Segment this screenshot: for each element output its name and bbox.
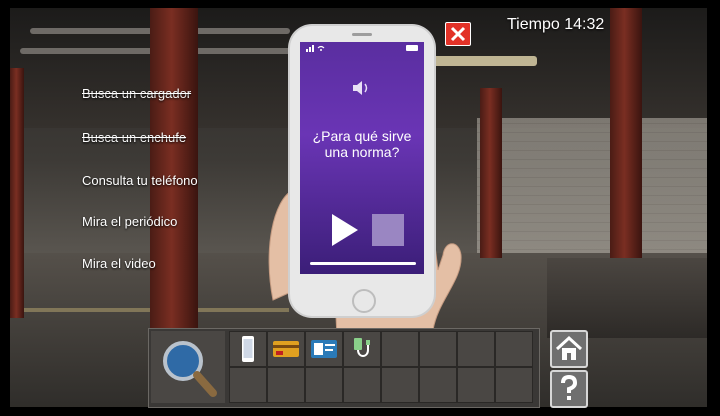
objective-item: Busca un enchufe <box>82 130 187 145</box>
magnifier-slot[interactable] <box>151 331 225 403</box>
inventory-slot[interactable] <box>229 331 267 367</box>
inventory-slot[interactable] <box>495 331 533 367</box>
ceiling-lamp <box>417 56 537 66</box>
magnifier-icon <box>163 341 217 397</box>
quiz-question: ¿Para qué sirve una norma? <box>312 128 412 160</box>
phone-status-bar <box>306 44 418 54</box>
close-icon <box>450 26 466 42</box>
speaker-icon[interactable] <box>352 80 372 96</box>
inventory-slot[interactable] <box>305 367 343 403</box>
inventory-slot[interactable] <box>267 331 305 367</box>
inventory-slot[interactable] <box>305 331 343 367</box>
help-button[interactable] <box>550 370 588 408</box>
ticket-icon <box>311 340 337 358</box>
inventory-slot[interactable] <box>381 331 419 367</box>
inventory-bar <box>148 328 540 408</box>
card-icon <box>273 341 299 357</box>
charger-icon <box>354 338 370 357</box>
home-button[interactable] <box>550 330 588 368</box>
inventory-slots <box>229 331 535 403</box>
inventory-slot[interactable] <box>267 367 305 403</box>
inventory-slot[interactable] <box>419 367 457 403</box>
inventory-slot[interactable] <box>457 367 495 403</box>
battery-icon <box>406 45 418 51</box>
steel-column <box>10 68 24 318</box>
close-button[interactable] <box>445 22 471 46</box>
steel-column <box>150 8 198 328</box>
phone-screen[interactable]: ¿Para qué sirve una norma? <box>300 42 424 274</box>
inventory-slot[interactable] <box>419 331 457 367</box>
phone-icon <box>242 336 254 362</box>
tiled-wall <box>477 118 707 258</box>
objective-item: Busca un cargador <box>82 86 192 101</box>
platform-bench <box>547 258 707 338</box>
objective-item: Mira el periódico <box>82 214 178 229</box>
signal-icon <box>306 45 325 52</box>
inventory-slot[interactable] <box>381 367 419 403</box>
objective-item: Consulta tu teléfono <box>82 173 198 188</box>
inventory-slot[interactable] <box>457 331 495 367</box>
inventory-slot[interactable] <box>343 367 381 403</box>
timer-label: Tiempo 14:32 <box>507 16 605 33</box>
help-icon <box>561 374 578 400</box>
inventory-slot[interactable] <box>495 367 533 403</box>
home-icon <box>555 335 583 360</box>
stop-icon[interactable] <box>372 214 404 246</box>
inventory-slot[interactable] <box>229 367 267 403</box>
steel-column <box>480 88 502 258</box>
phone-home-button[interactable] <box>352 289 376 313</box>
video-progress-bar[interactable] <box>310 262 416 265</box>
objective-item: Mira el video <box>82 256 156 271</box>
phone-earpiece <box>352 33 372 36</box>
steel-column <box>610 8 642 258</box>
play-icon[interactable] <box>330 212 360 248</box>
inventory-slot[interactable] <box>343 331 381 367</box>
